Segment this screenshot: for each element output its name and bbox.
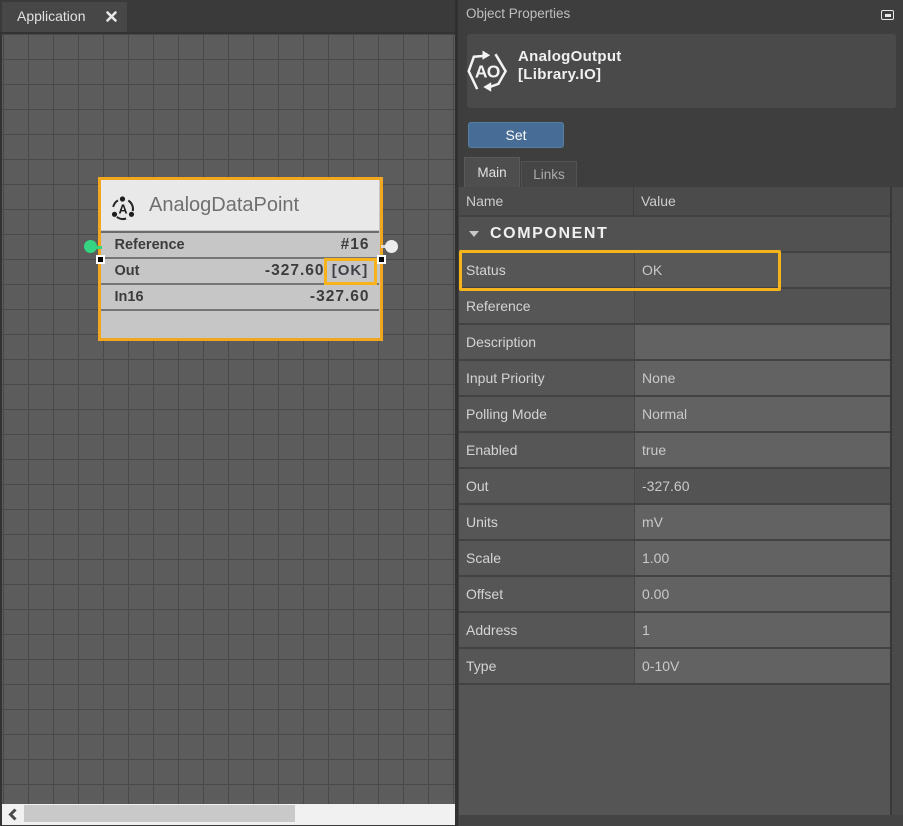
svg-text:AO: AO <box>475 62 500 82</box>
svg-text:A: A <box>118 202 127 216</box>
